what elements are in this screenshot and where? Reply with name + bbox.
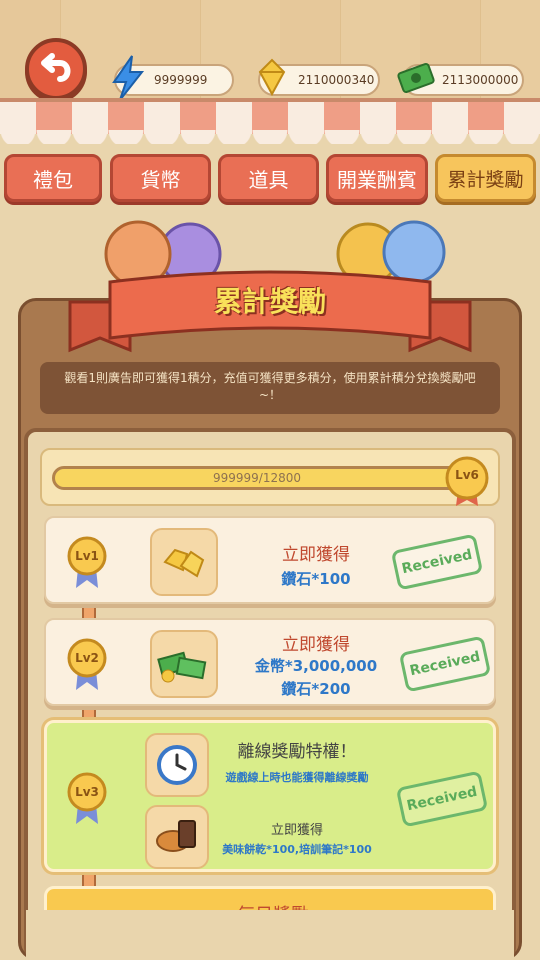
level-label: Lv1 <box>75 549 99 563</box>
progress-text: 999999/12800 <box>212 471 302 485</box>
banner-title: 累計獎勵 <box>213 285 326 318</box>
energy-value: 9999999 <box>154 73 208 87</box>
diamond-icon <box>258 58 286 97</box>
level-badge-lv3: Lv3 <box>66 770 108 824</box>
info-text: 觀看1則廣告即可獲得1積分，充值可獲得更多積分，使用累計積分兌換獎勵吧~！ <box>40 362 500 414</box>
reward-line-diamonds: 鑽石*200 <box>281 680 351 698</box>
back-arrow-icon <box>41 53 71 82</box>
progress-level-label: Lv6 <box>455 468 479 482</box>
instant-title: 立即獲得 <box>270 823 323 838</box>
back-button[interactable] <box>25 38 87 100</box>
tab-gift-pack[interactable]: 禮包 <box>4 154 102 202</box>
lightning-icon <box>112 55 145 101</box>
level-badge-lv1: Lv1 <box>66 534 108 588</box>
level-label: Lv3 <box>75 785 99 799</box>
instant-desc: 美味餅乾*100,培訓筆記*100 <box>222 843 372 856</box>
level-label: Lv2 <box>75 651 99 665</box>
reward-card-lv1: 立即獲得 鑽石*100 Received <box>44 516 496 604</box>
cash-counter: 2113000000 <box>397 62 524 96</box>
offline-desc: 遊戲線上時也能獲得離線獎勵 <box>225 771 369 784</box>
cash-value: 2113000000 <box>442 73 519 87</box>
level-badge-lv2: Lv2 <box>66 636 108 690</box>
reward-card-lv3: 離線獎勵特權！ 遊戲線上時也能獲得離線獎勵 立即獲得 美味餅乾*100,培訓筆記… <box>44 720 496 872</box>
tab-cumulative-rewards[interactable]: 累計獎勵 <box>435 154 536 202</box>
diamond-value: 2110000340 <box>298 73 375 87</box>
cash-icon <box>397 62 435 94</box>
diamond-counter: 2110000340 <box>258 58 380 97</box>
reward-card-lv2: 立即獲得 金幣*3,000,000 鑽石*200 Received <box>44 618 496 706</box>
tab-currency[interactable]: 貨幣 <box>110 154 211 202</box>
progress-bar: 999999/12800 <box>52 466 462 490</box>
tab-opening-event[interactable]: 開業酬賓 <box>326 154 428 202</box>
progress-level-badge: Lv6 <box>444 456 490 506</box>
energy-counter: 9999999 <box>112 55 234 101</box>
progress-box: 999999/12800 <box>40 448 500 506</box>
reward-title: 立即獲得 <box>282 635 350 655</box>
tab-bar: 禮包 貨幣 道具 開業酬賓 累計獎勵 <box>0 154 540 202</box>
offline-title: 離線獎勵特權！ <box>237 742 357 762</box>
awning <box>0 98 540 144</box>
tab-items[interactable]: 道具 <box>218 154 319 202</box>
list-clip <box>26 910 514 960</box>
